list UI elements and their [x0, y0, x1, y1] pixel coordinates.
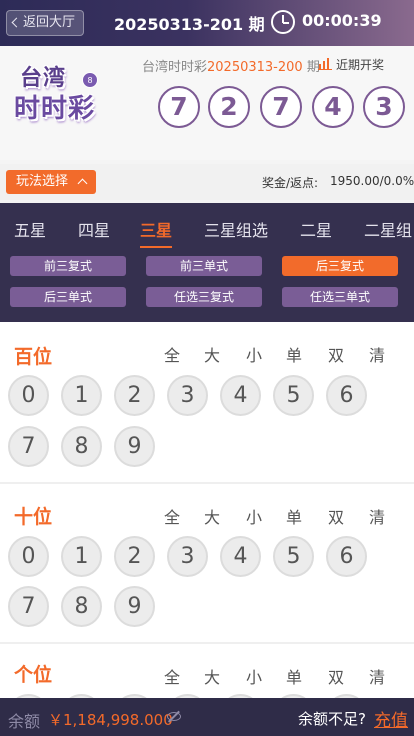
- hide-balance-eye-icon[interactable]: [167, 712, 181, 721]
- last-draw-info: 台湾时时彩20250313-200 期: [142, 56, 320, 75]
- balance-label: 余额: [8, 712, 41, 731]
- tab-three-star[interactable]: 三星: [140, 217, 173, 248]
- quick-small[interactable]: 小: [246, 664, 262, 688]
- quick-all[interactable]: 全: [164, 342, 180, 366]
- back-button-label: 返回大厅: [23, 15, 76, 30]
- quick-odd[interactable]: 单: [286, 504, 302, 528]
- clock-icon: [271, 10, 295, 34]
- tab-five-star[interactable]: 五星: [14, 217, 46, 241]
- chevron-up-icon: [77, 178, 88, 189]
- quick-small[interactable]: 小: [246, 342, 262, 366]
- recharge-link[interactable]: 充值: [374, 706, 408, 731]
- result-ball: 2: [208, 86, 250, 128]
- digit-ball[interactable]: 6: [326, 536, 367, 577]
- tab-two-star[interactable]: 二星: [300, 217, 332, 241]
- play-selector-bar: 玩法选择 奖金/返点: 1950.00/0.0%: [0, 164, 414, 200]
- play-type-label: 玩法选择: [16, 174, 69, 189]
- quick-all[interactable]: 全: [164, 504, 180, 528]
- section-title: 十位: [14, 506, 53, 528]
- prize-rebate-label: 奖金/返点:: [262, 176, 319, 190]
- quick-odd[interactable]: 单: [286, 342, 302, 366]
- result-ball: 7: [158, 86, 200, 128]
- digit-ball[interactable]: 3: [167, 536, 208, 577]
- quick-big[interactable]: 大: [204, 664, 220, 688]
- section-title: 百位: [14, 346, 53, 368]
- top-header: 返回大厅 20250313-201 期 00:00:39: [0, 0, 414, 46]
- digit-ball[interactable]: 5: [273, 536, 314, 577]
- digit-ball[interactable]: 8: [61, 586, 102, 627]
- digit-ball[interactable]: 0: [8, 536, 49, 577]
- result-ball: 7: [260, 86, 302, 128]
- quick-even[interactable]: 双: [328, 342, 344, 366]
- digit-ball[interactable]: 4: [220, 536, 261, 577]
- draw-result-panel: 台湾 时时彩 8 台湾时时彩20250313-200 期 近期开奖 7 2 7 …: [0, 46, 414, 160]
- digit-ball[interactable]: 1: [61, 375, 102, 416]
- recent-draws-label: 近期开奖: [336, 58, 385, 72]
- option-back-three-multi[interactable]: 后三复式: [282, 256, 398, 276]
- bar-chart-icon: [318, 57, 332, 70]
- digit-ball[interactable]: 0: [8, 375, 49, 416]
- tab-three-star-group[interactable]: 三星组选: [204, 217, 268, 241]
- quick-even[interactable]: 双: [328, 504, 344, 528]
- quick-even[interactable]: 双: [328, 664, 344, 688]
- result-ball: 3: [363, 86, 405, 128]
- back-to-lobby-button[interactable]: 返回大厅: [6, 10, 84, 36]
- option-front-three-multi[interactable]: 前三复式: [10, 256, 126, 276]
- digit-section-tens: 十位 全 大 小 单 双 清 0 1 2 3 4 5 6 7 8 9: [0, 484, 414, 642]
- lottery-logo: 台湾 时时彩 8: [12, 58, 108, 124]
- quick-odd[interactable]: 单: [286, 664, 302, 688]
- digit-ball[interactable]: 8: [61, 426, 102, 467]
- option-back-three-single[interactable]: 后三单式: [10, 287, 126, 307]
- option-front-three-single[interactable]: 前三单式: [146, 256, 262, 276]
- digit-ball[interactable]: 2: [114, 536, 155, 577]
- digit-ball[interactable]: 9: [114, 586, 155, 627]
- logo-badge: 8: [82, 72, 98, 88]
- digit-ball[interactable]: 7: [8, 426, 49, 467]
- bottom-balance-bar: 余额 ￥1,184,998.000 余额不足? 充值: [0, 698, 414, 736]
- quick-big[interactable]: 大: [204, 342, 220, 366]
- last-draw-period: 20250313-200: [207, 60, 303, 75]
- section-title: 个位: [14, 664, 53, 686]
- option-any-three-single[interactable]: 任选三单式: [282, 287, 398, 307]
- digit-ball[interactable]: 9: [114, 426, 155, 467]
- digit-ball[interactable]: 6: [326, 375, 367, 416]
- quick-clear[interactable]: 清: [369, 342, 385, 366]
- current-period: 20250313-201 期: [114, 15, 265, 34]
- digit-section-hundreds: 百位 全 大 小 单 双 清 0 1 2 3 4 5 6 7 8 9: [0, 322, 414, 482]
- quick-small[interactable]: 小: [246, 504, 262, 528]
- digit-ball[interactable]: 7: [8, 586, 49, 627]
- tab-two-star-group[interactable]: 二星组: [364, 217, 412, 241]
- play-type-select-button[interactable]: 玩法选择: [6, 170, 96, 194]
- last-draw-prefix: 台湾时时彩: [142, 60, 208, 75]
- digit-ball[interactable]: 5: [273, 375, 314, 416]
- balance-value: ￥1,184,998.000: [48, 711, 173, 729]
- countdown-timer: 00:00:39: [302, 11, 382, 30]
- digit-ball[interactable]: 4: [220, 375, 261, 416]
- quick-big[interactable]: 大: [204, 504, 220, 528]
- quick-clear[interactable]: 清: [369, 504, 385, 528]
- digit-ball[interactable]: 3: [167, 375, 208, 416]
- recent-draws-button[interactable]: 近期开奖: [318, 56, 385, 73]
- insufficient-balance-text: 余额不足?: [298, 710, 366, 728]
- option-any-three-multi[interactable]: 任选三复式: [146, 287, 262, 307]
- logo-text-line2: 时时彩: [14, 94, 96, 124]
- quick-clear[interactable]: 清: [369, 664, 385, 688]
- digit-ball[interactable]: 2: [114, 375, 155, 416]
- prize-rebate-value: 1950.00/0.0%: [330, 174, 414, 188]
- digit-section-ones: 个位 全 大 小 单 双 清 0 1 2 3 4 5 6: [0, 644, 414, 698]
- result-ball: 4: [312, 86, 354, 128]
- digit-ball[interactable]: 1: [61, 536, 102, 577]
- tab-four-star[interactable]: 四星: [78, 217, 110, 241]
- chevron-left-icon: [11, 17, 22, 28]
- play-category-panel: 五星 四星 三星 三星组选 二星 二星组 前三复式 前三单式 后三复式 后三单式…: [0, 203, 414, 322]
- quick-all[interactable]: 全: [164, 664, 180, 688]
